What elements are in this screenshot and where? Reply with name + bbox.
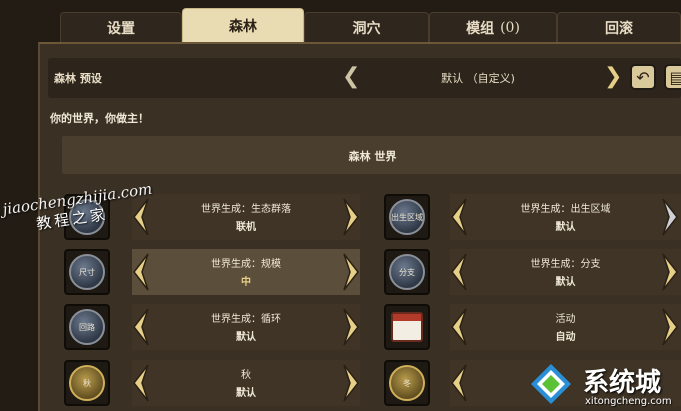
section-header: 森林 世界 xyxy=(62,136,681,174)
icon-label: 尺寸 xyxy=(79,267,95,277)
setting-row: 出生区域 世界生成：出生区域 默认 xyxy=(384,194,681,240)
save-icon: ▤ xyxy=(669,67,681,87)
setting-control: 世界生成：循环 默认 xyxy=(132,304,360,350)
setting-name: 世界生成：出生区域 xyxy=(520,204,611,215)
setting-row: 尺寸 世界生成：规模 中 xyxy=(64,249,360,295)
icon-disc: 回路 xyxy=(69,309,105,345)
setting-control: 世界生成：生态群落 联机 xyxy=(132,194,360,240)
tab-settings[interactable]: 设置 xyxy=(60,12,182,42)
tab-caves[interactable]: 洞穴 xyxy=(304,12,429,42)
next-arrow-icon[interactable] xyxy=(340,363,362,403)
spawn-area-icon: 出生区域 xyxy=(384,194,430,240)
preset-next-arrow-icon[interactable]: ❯ xyxy=(604,63,622,91)
setting-name: 秋 xyxy=(241,370,251,381)
tab-label: 森林 xyxy=(229,18,257,35)
icon-label: 冬 xyxy=(403,378,411,388)
icon-disc: 秋 xyxy=(69,365,105,401)
save-preset-button[interactable]: ▤ xyxy=(664,64,681,90)
setting-row: 回路 世界生成：循环 默认 xyxy=(64,304,360,350)
setting-name: 世界生成：循环 xyxy=(211,314,281,325)
setting-value: 默认 xyxy=(236,332,256,343)
setting-name: 活动 xyxy=(555,314,576,325)
tab-forest[interactable]: 森林 xyxy=(182,8,304,42)
setting-row: 秋 秋 默认 xyxy=(64,360,360,406)
next-arrow-icon[interactable] xyxy=(340,197,362,237)
calendar-icon xyxy=(384,304,430,350)
icon-disc: 冬 xyxy=(389,365,425,401)
game-settings-window: 设置 森林 洞穴 模组 (0) 回滚 森林 预设 ❮ 默认 （自定义) ❯ ↶ ▤… xyxy=(0,0,681,411)
settings-panel: 森林 预设 ❮ 默认 （自定义) ❯ ↶ ▤ 你的世界，你做主！ 森林 世界 世… xyxy=(38,42,681,411)
next-arrow-icon[interactable] xyxy=(659,307,681,347)
setting-name: 世界生成：生态群落 xyxy=(201,204,291,215)
next-arrow-icon[interactable] xyxy=(659,197,681,237)
next-arrow-icon[interactable] xyxy=(340,252,362,292)
loop-icon: 回路 xyxy=(64,304,110,350)
setting-name: 世界生成：规模 xyxy=(211,259,281,270)
setting-name: 世界生成：分支 xyxy=(530,259,601,270)
icon-disc: 出生区域 xyxy=(389,199,425,235)
setting-value: 默认 xyxy=(236,388,256,399)
logo-brand: 系统城 xyxy=(583,368,662,398)
section-title: 森林 世界 xyxy=(348,150,397,163)
tab-mods[interactable]: 模组 (0) xyxy=(429,12,557,42)
preset-bar: 森林 预设 ❮ 默认 （自定义) ❯ ↶ ▤ xyxy=(48,58,681,98)
season-icon: 冬 xyxy=(384,360,430,406)
calendar-shape xyxy=(391,312,423,342)
setting-value: 联机 xyxy=(236,222,256,233)
logo-subtitle: xitongcheng.com xyxy=(585,396,672,407)
tab-label: 模组 xyxy=(466,20,495,37)
next-arrow-icon[interactable] xyxy=(340,307,362,347)
setting-value: 中 xyxy=(241,277,251,288)
branches-icon: 分支 xyxy=(384,249,430,295)
tab-rollback[interactable]: 回滚 xyxy=(557,12,681,42)
setting-control: 秋 默认 xyxy=(132,360,360,406)
setting-row: 活动 自动 xyxy=(384,304,681,350)
setting-control: 世界生成：分支 默认 xyxy=(450,249,681,295)
setting-value: 默认 xyxy=(555,277,576,288)
mods-count: (0) xyxy=(500,19,520,36)
icon-disc: 分支 xyxy=(389,254,425,290)
tab-label: 洞穴 xyxy=(352,20,381,37)
size-icon: 尺寸 xyxy=(64,249,110,295)
autumn-icon: 秋 xyxy=(64,360,110,406)
preset-label: 森林 预设 xyxy=(54,72,102,85)
icon-label: 回路 xyxy=(79,322,95,332)
watermark-logo: 系统城 xitongcheng.com xyxy=(527,360,681,411)
tab-label: 设置 xyxy=(107,20,135,37)
icon-disc: 尺寸 xyxy=(69,254,105,290)
tab-label: 回滚 xyxy=(605,20,633,37)
undo-icon: ↶ xyxy=(636,67,650,87)
tagline: 你的世界，你做主！ xyxy=(50,112,149,125)
setting-control: 世界生成：规模 中 xyxy=(132,249,360,295)
setting-control: 活动 自动 xyxy=(450,304,681,350)
next-arrow-icon[interactable] xyxy=(659,252,681,292)
revert-preset-button[interactable]: ↶ xyxy=(630,64,656,90)
preset-value: 默认 （自定义) xyxy=(441,72,515,85)
setting-control: 世界生成：出生区域 默认 xyxy=(450,194,681,240)
prev-arrow-icon[interactable] xyxy=(448,363,470,403)
icon-label: 分支 xyxy=(399,267,415,277)
setting-value: 默认 xyxy=(555,222,576,233)
logo-icon xyxy=(531,364,571,404)
setting-value: 自动 xyxy=(555,332,576,343)
icon-label: 出生区域 xyxy=(391,212,423,222)
icon-label: 秋 xyxy=(83,378,91,388)
tab-bar: 设置 森林 洞穴 模组 (0) 回滚 xyxy=(60,8,681,42)
setting-row: 分支 世界生成：分支 默认 xyxy=(384,249,681,295)
